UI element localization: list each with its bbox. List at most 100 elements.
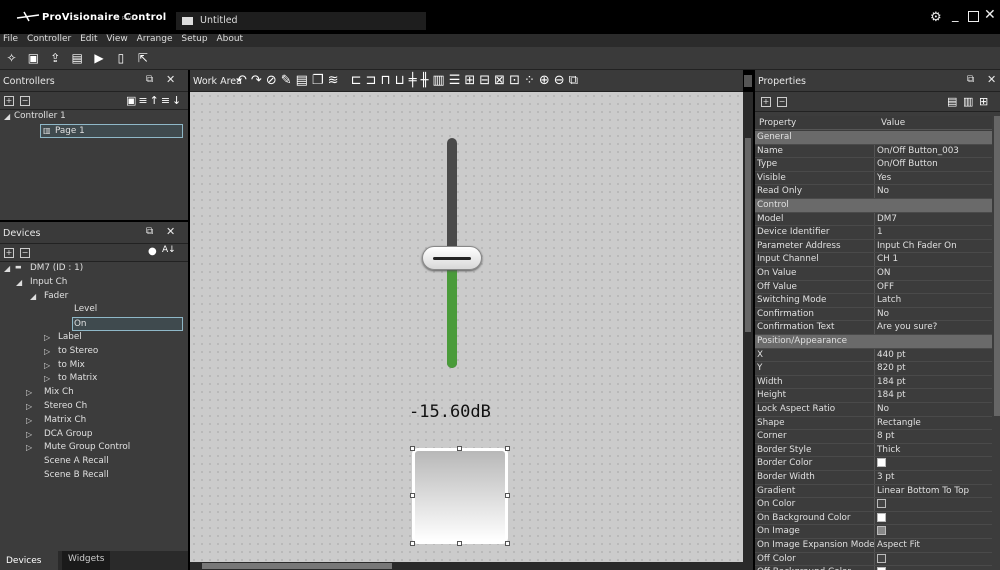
property-value[interactable]: Input Ch Fader On <box>877 241 957 251</box>
property-value[interactable]: No <box>877 404 889 414</box>
tree-item-dca-group[interactable]: ▷ DCA Group <box>0 428 188 442</box>
close-panel-icon[interactable]: ✕ <box>166 73 175 86</box>
expand-all-icon[interactable]: + <box>4 248 14 258</box>
property-value[interactable]: Yes <box>877 173 891 183</box>
property-row[interactable]: Lock Aspect Ratio No <box>755 403 992 417</box>
property-value[interactable]: No <box>877 186 889 196</box>
fader-knob[interactable] <box>422 245 482 270</box>
expand-all-icon[interactable]: + <box>761 97 771 107</box>
disabled-icon[interactable]: ⊘ <box>266 73 281 88</box>
new-file-icon[interactable]: ▣ <box>26 51 41 66</box>
size-v-icon[interactable]: ⊠ <box>494 73 509 88</box>
work-area-vscrollbar[interactable] <box>743 92 753 562</box>
copy-icon[interactable]: ❐ <box>312 73 328 88</box>
property-row[interactable]: Off Color <box>755 552 992 567</box>
property-row[interactable]: Off Value OFF <box>755 280 992 295</box>
style-icon[interactable]: ≋ <box>328 73 343 88</box>
property-value[interactable]: CH 1 <box>877 254 898 264</box>
zoom-fit-icon[interactable]: ⧉ <box>569 73 582 88</box>
properties-vscroll-thumb[interactable] <box>994 116 1000 416</box>
tree-item-scene-b[interactable]: Scene B Recall <box>0 469 188 483</box>
property-value[interactable]: On/Off Button <box>877 159 938 169</box>
align-bottom-icon[interactable]: ⊔ <box>395 73 409 88</box>
work-area-canvas[interactable]: -15.60dB <box>190 92 743 562</box>
property-value[interactable]: 440 pt <box>877 350 906 360</box>
tree-item-mix-ch[interactable]: ▷ Mix Ch <box>0 386 188 400</box>
property-category-row[interactable]: Position/Appearance <box>755 335 992 349</box>
tree-item-to-mix[interactable]: ▷ to Mix <box>0 359 188 373</box>
tree-item-stereo-ch[interactable]: ▷ Stereo Ch <box>0 400 188 414</box>
property-row[interactable]: On Color <box>755 498 992 512</box>
selection-handle[interactable] <box>457 541 462 546</box>
selection-handle[interactable] <box>410 446 415 451</box>
tree-item-input-ch[interactable]: ◢ Input Ch <box>0 276 188 290</box>
property-row[interactable]: Width 184 pt <box>755 375 992 390</box>
property-value[interactable] <box>877 499 886 510</box>
property-row[interactable]: Height 184 pt <box>755 389 992 403</box>
property-value[interactable]: Rectangle <box>877 418 921 428</box>
selection-handle[interactable] <box>410 493 415 498</box>
tab-devices[interactable]: Devices <box>0 551 58 570</box>
property-value[interactable]: 8 pt <box>877 431 894 441</box>
close-panel-icon[interactable]: ✕ <box>166 225 175 238</box>
property-value[interactable]: 3 pt <box>877 472 894 482</box>
paste-props-icon[interactable]: ▥ <box>963 95 973 108</box>
property-value[interactable]: 184 pt <box>877 377 906 387</box>
work-area-hscrollbar[interactable] <box>190 562 753 570</box>
property-row[interactable]: Switching Mode Latch <box>755 294 992 308</box>
property-row[interactable]: Name On/Off Button_003 <box>755 144 992 159</box>
add-device-icon[interactable]: ● <box>148 246 157 257</box>
property-row[interactable]: Shape Rectangle <box>755 416 992 431</box>
property-row[interactable]: Visible Yes <box>755 171 992 186</box>
property-value[interactable] <box>877 512 886 524</box>
undock-icon[interactable]: ⧉ <box>146 226 153 237</box>
expand-all-icon[interactable]: + <box>4 96 14 106</box>
property-row[interactable]: Read Only No <box>755 185 992 199</box>
property-row[interactable]: Y 820 pt <box>755 362 992 376</box>
property-value[interactable] <box>877 553 886 565</box>
property-value[interactable] <box>877 526 886 537</box>
vscroll-thumb[interactable] <box>745 138 751 332</box>
maximize-button[interactable] <box>968 11 979 22</box>
collapse-all-icon[interactable]: − <box>20 248 30 258</box>
zoom-out-icon[interactable]: ⊖ <box>554 73 569 88</box>
tree-item-fader[interactable]: ◢ Fader <box>0 290 188 304</box>
property-value[interactable]: Thick <box>877 445 900 455</box>
align-right-icon[interactable]: ⊐ <box>366 73 381 88</box>
settings-gear-icon[interactable]: ⚙ <box>930 10 942 25</box>
property-value[interactable]: 1 <box>877 227 883 237</box>
document-tab[interactable]: Untitled <box>176 12 426 30</box>
property-row[interactable]: Model DM7 <box>755 212 992 227</box>
run-icon[interactable]: ▶ <box>92 51 107 66</box>
tree-item-page[interactable]: ▥ Page 1 <box>40 123 183 138</box>
property-row[interactable]: Parameter Address Input Ch Fader On <box>755 239 992 254</box>
menu-edit[interactable]: Edit <box>80 34 97 44</box>
align-middle-icon[interactable]: ╫ <box>421 73 433 88</box>
property-row[interactable]: Type On/Off Button <box>755 158 992 172</box>
property-value[interactable] <box>877 458 886 469</box>
export-icon[interactable]: ⇱ <box>135 51 150 66</box>
align-center-icon[interactable]: ╪ <box>409 73 421 88</box>
tree-item-matrix-ch[interactable]: ▷ Matrix Ch <box>0 414 188 428</box>
property-value[interactable]: Latch <box>877 295 901 305</box>
property-value[interactable]: OFF <box>877 282 894 292</box>
selection-handle[interactable] <box>457 446 462 451</box>
property-row[interactable]: Confirmation Text Are you sure? <box>755 321 992 335</box>
collapse-all-icon[interactable]: − <box>777 97 787 107</box>
undo-icon[interactable]: ↶ <box>236 73 251 88</box>
color-swatch[interactable] <box>877 526 886 536</box>
selection-handle[interactable] <box>505 446 510 451</box>
undock-icon[interactable]: ⧉ <box>146 74 153 85</box>
preview-icon[interactable]: ▯ <box>113 51 128 66</box>
property-row[interactable]: Corner 8 pt <box>755 430 992 444</box>
menu-file[interactable]: File <box>3 34 18 44</box>
property-row[interactable]: On Value ON <box>755 267 992 281</box>
selection-handle[interactable] <box>505 493 510 498</box>
distribute-v-icon[interactable]: ☰ <box>449 73 465 88</box>
property-value[interactable]: Are you sure? <box>877 322 937 332</box>
on-off-button-widget[interactable] <box>412 448 508 544</box>
edit-icon[interactable]: ✎ <box>281 73 296 88</box>
color-swatch[interactable] <box>877 512 886 522</box>
tree-item-level[interactable]: Level <box>0 303 188 317</box>
property-row[interactable]: Confirmation No <box>755 307 992 322</box>
